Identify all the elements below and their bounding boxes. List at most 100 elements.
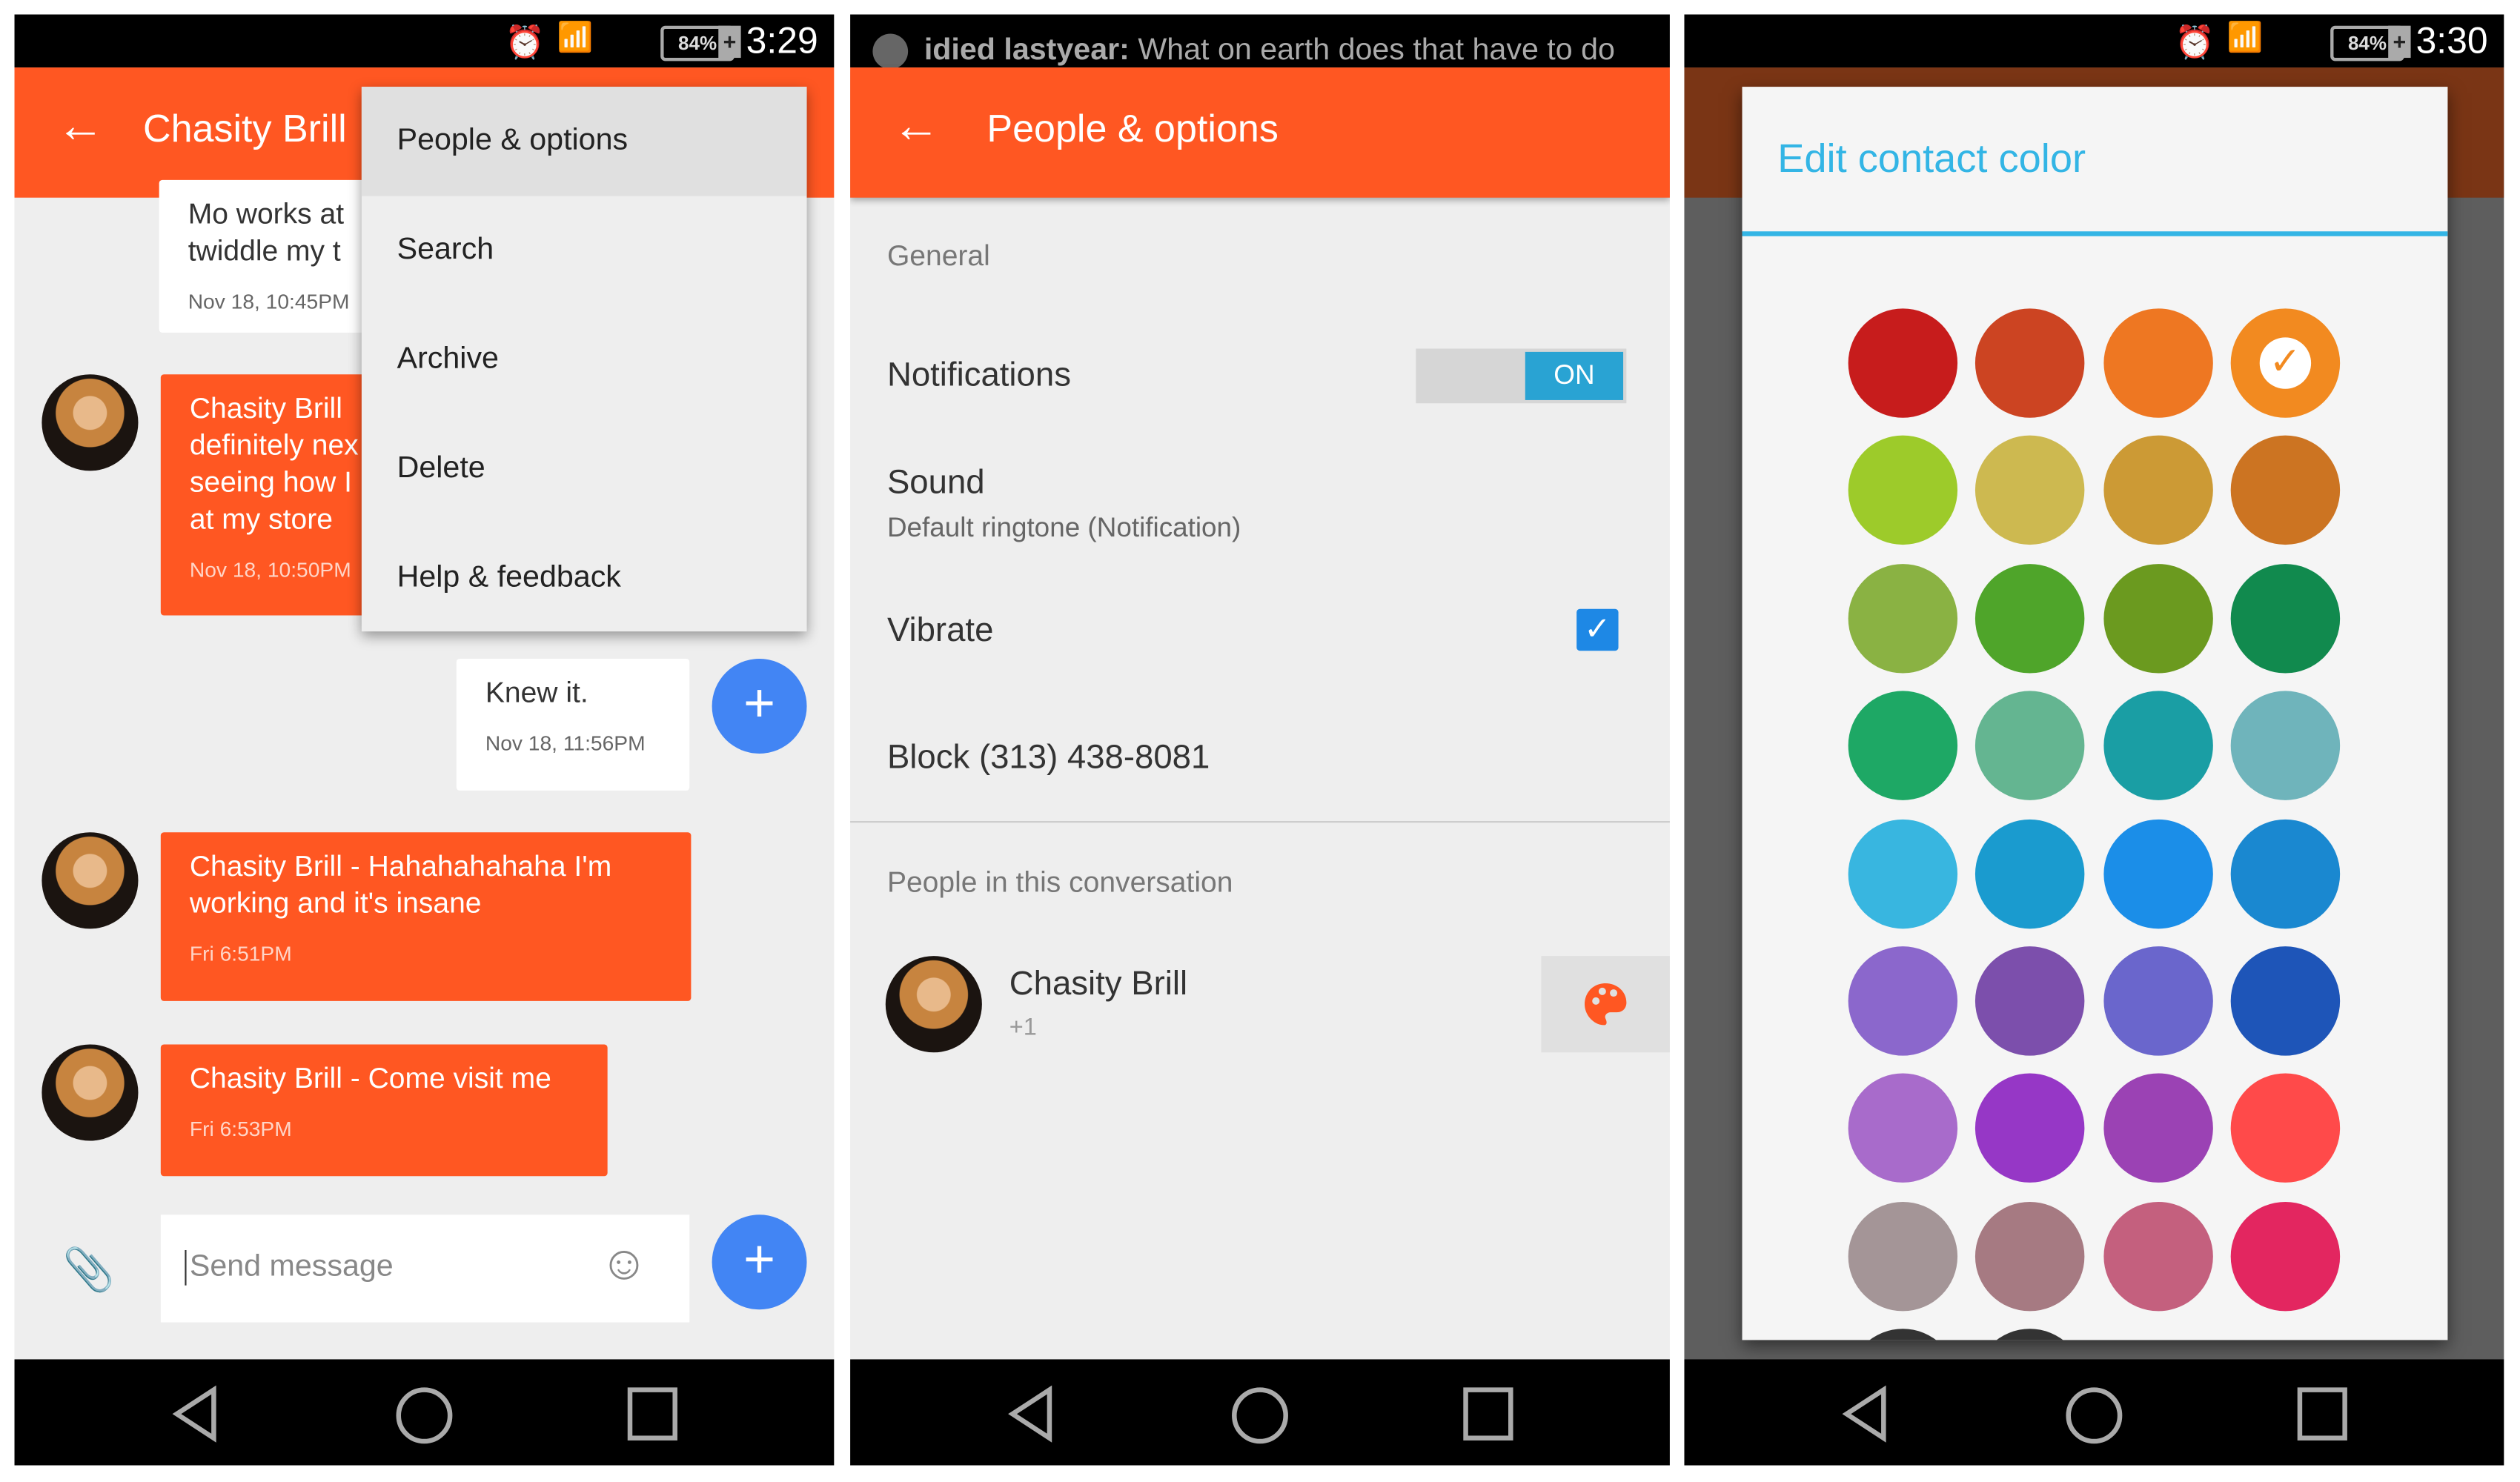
color-swatch[interactable]	[1848, 1074, 1958, 1183]
sound-label[interactable]: Sound	[887, 465, 985, 503]
color-swatch[interactable]	[1848, 563, 1958, 674]
home-nav-icon[interactable]	[394, 1385, 454, 1446]
charging-icon: +	[2388, 25, 2411, 59]
navigation-bar	[850, 1359, 1670, 1466]
color-swatch[interactable]	[1848, 1329, 1958, 1340]
color-swatch[interactable]	[2230, 563, 2340, 674]
color-swatch[interactable]	[1975, 308, 2086, 418]
back-nav-icon[interactable]	[1839, 1385, 1894, 1443]
color-swatch[interactable]	[1975, 1329, 2086, 1340]
color-swatch[interactable]	[1975, 691, 2086, 801]
message-input[interactable]: Send message ☺	[160, 1214, 690, 1323]
color-swatch[interactable]	[2230, 1074, 2340, 1183]
message-timestamp: Nov 18, 11:56PM	[485, 731, 646, 756]
color-swatch[interactable]	[2103, 563, 2212, 674]
color-swatch[interactable]	[2103, 436, 2212, 545]
vibrate-checkbox[interactable]: ✓	[1576, 608, 1619, 651]
color-swatch[interactable]	[2230, 818, 2340, 928]
sound-value: Default ringtone (Notification)	[886, 512, 1241, 543]
color-swatch[interactable]	[1848, 1201, 1958, 1311]
status-bar: idied lastyear: What on earth does that …	[850, 14, 1670, 70]
message-bubble: Chasity Brill - Come visit me Fri 6:53PM	[160, 1044, 608, 1177]
notifications-toggle[interactable]: ON	[1416, 348, 1627, 404]
color-swatch[interactable]	[2230, 1201, 2340, 1311]
color-swatch[interactable]	[1975, 436, 2086, 545]
color-swatch[interactable]	[2103, 1201, 2212, 1311]
color-swatch[interactable]	[1848, 691, 1958, 801]
contact-subtitle: +1	[1009, 1014, 1037, 1042]
color-swatch[interactable]	[1848, 308, 1958, 418]
attach-icon[interactable]: 📎	[63, 1245, 115, 1295]
divider	[850, 821, 1670, 823]
recents-nav-icon[interactable]	[1461, 1385, 1516, 1443]
alarm-icon: ⏰	[2175, 25, 2215, 62]
clock: 3:30	[2415, 19, 2488, 62]
color-swatch[interactable]	[1848, 436, 1958, 545]
status-bar: ⏰ 📶 84% + 3:30	[1684, 14, 2504, 68]
color-swatch[interactable]	[1848, 946, 1958, 1056]
recents-nav-icon[interactable]	[2295, 1385, 2350, 1443]
notifications-label: Notifications	[886, 356, 1071, 394]
color-swatch[interactable]	[2103, 691, 2212, 801]
back-arrow-icon[interactable]: ←	[892, 99, 940, 154]
people-header: People in this conversation	[886, 865, 1233, 899]
recents-nav-icon[interactable]	[625, 1385, 680, 1443]
menu-item-help-feedback[interactable]: Help & feedback	[362, 524, 807, 633]
vibrate-label: Vibrate	[886, 612, 994, 650]
people-options-screen: idied lastyear: What on earth does that …	[850, 14, 1670, 1466]
wifi-icon: 📶	[2226, 21, 2264, 53]
color-swatch[interactable]: ✓	[2230, 308, 2340, 418]
color-swatch[interactable]	[2103, 308, 2212, 418]
edit-color-button[interactable]	[1541, 956, 1670, 1053]
general-header: General	[886, 239, 990, 272]
charging-icon: +	[718, 25, 741, 59]
avatar	[42, 832, 139, 929]
color-swatch[interactable]	[1975, 1074, 2086, 1183]
color-swatch[interactable]	[1848, 818, 1958, 928]
navigation-bar	[1684, 1359, 2504, 1466]
menu-item-archive[interactable]: Archive	[362, 305, 807, 414]
message-bubble: Knew it. Nov 18, 11:56PM	[456, 659, 690, 791]
color-swatch[interactable]	[2103, 818, 2212, 928]
wifi-icon: 📶	[557, 21, 594, 53]
send-button[interactable]: +	[712, 1214, 807, 1310]
color-swatch[interactable]	[2103, 946, 2212, 1056]
screen-title: People & options	[987, 107, 1279, 151]
back-nav-icon[interactable]	[1004, 1385, 1059, 1443]
back-arrow-icon[interactable]: ←	[56, 99, 105, 154]
menu-item-search[interactable]: Search	[362, 196, 807, 305]
dialog-title: Edit contact color	[1777, 136, 2086, 182]
avatar	[42, 374, 139, 471]
emoji-icon[interactable]: ☺	[600, 1237, 649, 1292]
color-swatch[interactable]	[1975, 818, 2086, 928]
conversation-title: Chasity Brill	[142, 107, 347, 151]
message-timestamp: Fri 6:53PM	[189, 1117, 292, 1141]
add-button[interactable]: +	[712, 659, 807, 754]
palette-icon	[1585, 983, 1627, 1026]
block-number-button[interactable]: Block (313) 438-8081	[887, 739, 1210, 777]
edit-color-screen: ⏰ 📶 84% + 3:30 Edit contact color ✓	[1684, 14, 2504, 1466]
back-nav-icon[interactable]	[169, 1385, 224, 1443]
home-nav-icon[interactable]	[1230, 1385, 1290, 1446]
color-swatch[interactable]	[1975, 563, 2086, 674]
contact-name[interactable]: Chasity Brill	[1009, 966, 1187, 1004]
status-bar: ⏰ 📶 84% + 3:29	[14, 14, 835, 68]
color-dialog: Edit contact color ✓	[1742, 87, 2448, 1340]
selected-check-icon: ✓	[2259, 337, 2311, 389]
navigation-bar	[14, 1359, 835, 1466]
home-nav-icon[interactable]	[2063, 1385, 2124, 1446]
color-swatch[interactable]	[2230, 691, 2340, 801]
color-swatch[interactable]	[1975, 946, 2086, 1056]
overflow-menu: People & options Search Archive Delete H…	[361, 87, 807, 633]
color-swatch[interactable]	[1975, 1201, 2086, 1311]
color-swatch[interactable]	[2103, 1074, 2212, 1183]
message-bubble: Chasity Brill - Hahahahahaha I'm working…	[160, 832, 692, 1001]
conversation-screen: ⏰ 📶 84% + 3:29 ← Chasity Brill Mo works …	[14, 14, 835, 1466]
notification-ticker-icon	[872, 33, 909, 70]
message-timestamp: Fri 6:51PM	[189, 941, 292, 966]
color-swatch[interactable]	[2230, 946, 2340, 1056]
clock: 3:29	[746, 19, 818, 62]
menu-item-people-options[interactable]: People & options	[361, 87, 807, 196]
color-swatch[interactable]	[2230, 436, 2340, 545]
menu-item-delete[interactable]: Delete	[362, 414, 807, 523]
